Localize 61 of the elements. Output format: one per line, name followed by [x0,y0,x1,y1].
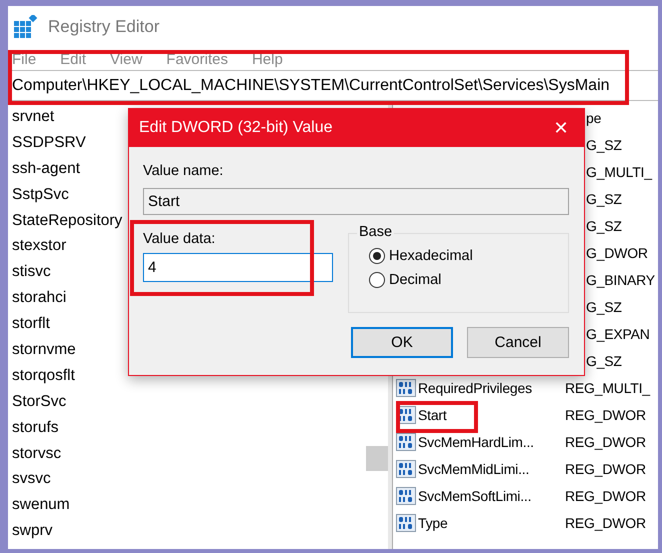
value-type: REG_DWOR [565,488,646,504]
binary-value-icon [396,378,416,396]
value-name-field[interactable]: Start [143,188,569,215]
value-name[interactable]: Type [418,514,565,530]
tree-item[interactable]: swenum [8,492,70,518]
field-label: Value name: [143,163,224,181]
binary-value-icon [396,514,416,532]
dialog-title: Edit DWORD (32-bit) Value [139,119,333,137]
tree-item[interactable]: stexstor [8,233,66,260]
value-type: REG_DWOR [565,406,646,422]
column-header[interactable]: pe [586,110,602,126]
value-name[interactable]: SvcMemSoftLimi... [418,488,565,504]
tree-item[interactable]: stisvc [8,259,51,286]
menu-item[interactable]: Favorites [164,50,238,68]
tree-item[interactable]: StateRepository [8,208,122,234]
dialog-button[interactable]: OK [351,327,453,358]
tree-item[interactable]: swprv [8,518,52,544]
binary-value-icon [396,460,416,478]
value-type: G_SZ [586,218,622,234]
menu-item[interactable]: Help [250,50,293,68]
tree-item[interactable]: StorSvc [8,388,66,415]
tree-item[interactable]: stornvme [8,337,76,363]
value-type: G_SZ [586,352,622,368]
value-type: REG_MULTI_ [565,380,650,396]
value-name[interactable]: SvcMemMidLimi... [418,460,565,476]
tree-item[interactable]: storqosflt [8,362,75,389]
close-button[interactable]: ✕ [538,117,584,139]
registry-icon [14,15,38,39]
tree-item[interactable]: SstpSvc [8,182,69,208]
tree-item[interactable]: ssh-agent [8,156,80,182]
binary-value-icon [396,486,416,504]
tree-item[interactable]: srvnet [8,104,54,130]
value-type: G_SZ [586,298,622,314]
tree-item[interactable]: storvsc [8,440,62,466]
value-type: REG_DWOR [565,460,646,476]
value-type: G_SZ [586,136,622,152]
tree-item[interactable]: storahci [8,285,66,312]
tree-item[interactable]: SSDPSRV [8,130,86,156]
value-name[interactable]: RequiredPrivileges [418,380,565,396]
window-title: Registry Editor [48,17,160,37]
tree-item[interactable]: svsvc [8,466,51,492]
value-type: G_EXPAN [586,326,650,342]
radio-button[interactable]: Decimal [369,272,568,288]
value-type: G_DWOR [586,244,648,260]
value-name[interactable]: Start [418,406,565,422]
binary-value-icon [396,432,416,450]
value-data-field[interactable]: 4 [143,253,333,282]
value-type: G_BINARY [586,272,655,288]
menu-item[interactable]: View [108,50,152,68]
value-name[interactable]: SvcMemHardLim... [418,434,565,450]
value-type: G_MULTI_ [586,164,652,180]
radio-button[interactable]: Hexadecimal [369,248,568,264]
value-type: REG_DWOR [565,514,646,530]
value-type: REG_DWOR [565,434,646,450]
tree-item[interactable]: storufs [8,414,59,441]
field-label: Value data: [143,231,216,249]
dialog-button[interactable]: Cancel [467,327,569,358]
scrollbar-thumb[interactable] [366,446,388,471]
tree-item[interactable]: storflt [8,311,50,338]
value-type: G_SZ [586,190,622,206]
address-bar[interactable]: Computer\HKEY_LOCAL_MACHINE\SYSTEM\CurrentControlSet\Services\SysMain [12,76,610,94]
